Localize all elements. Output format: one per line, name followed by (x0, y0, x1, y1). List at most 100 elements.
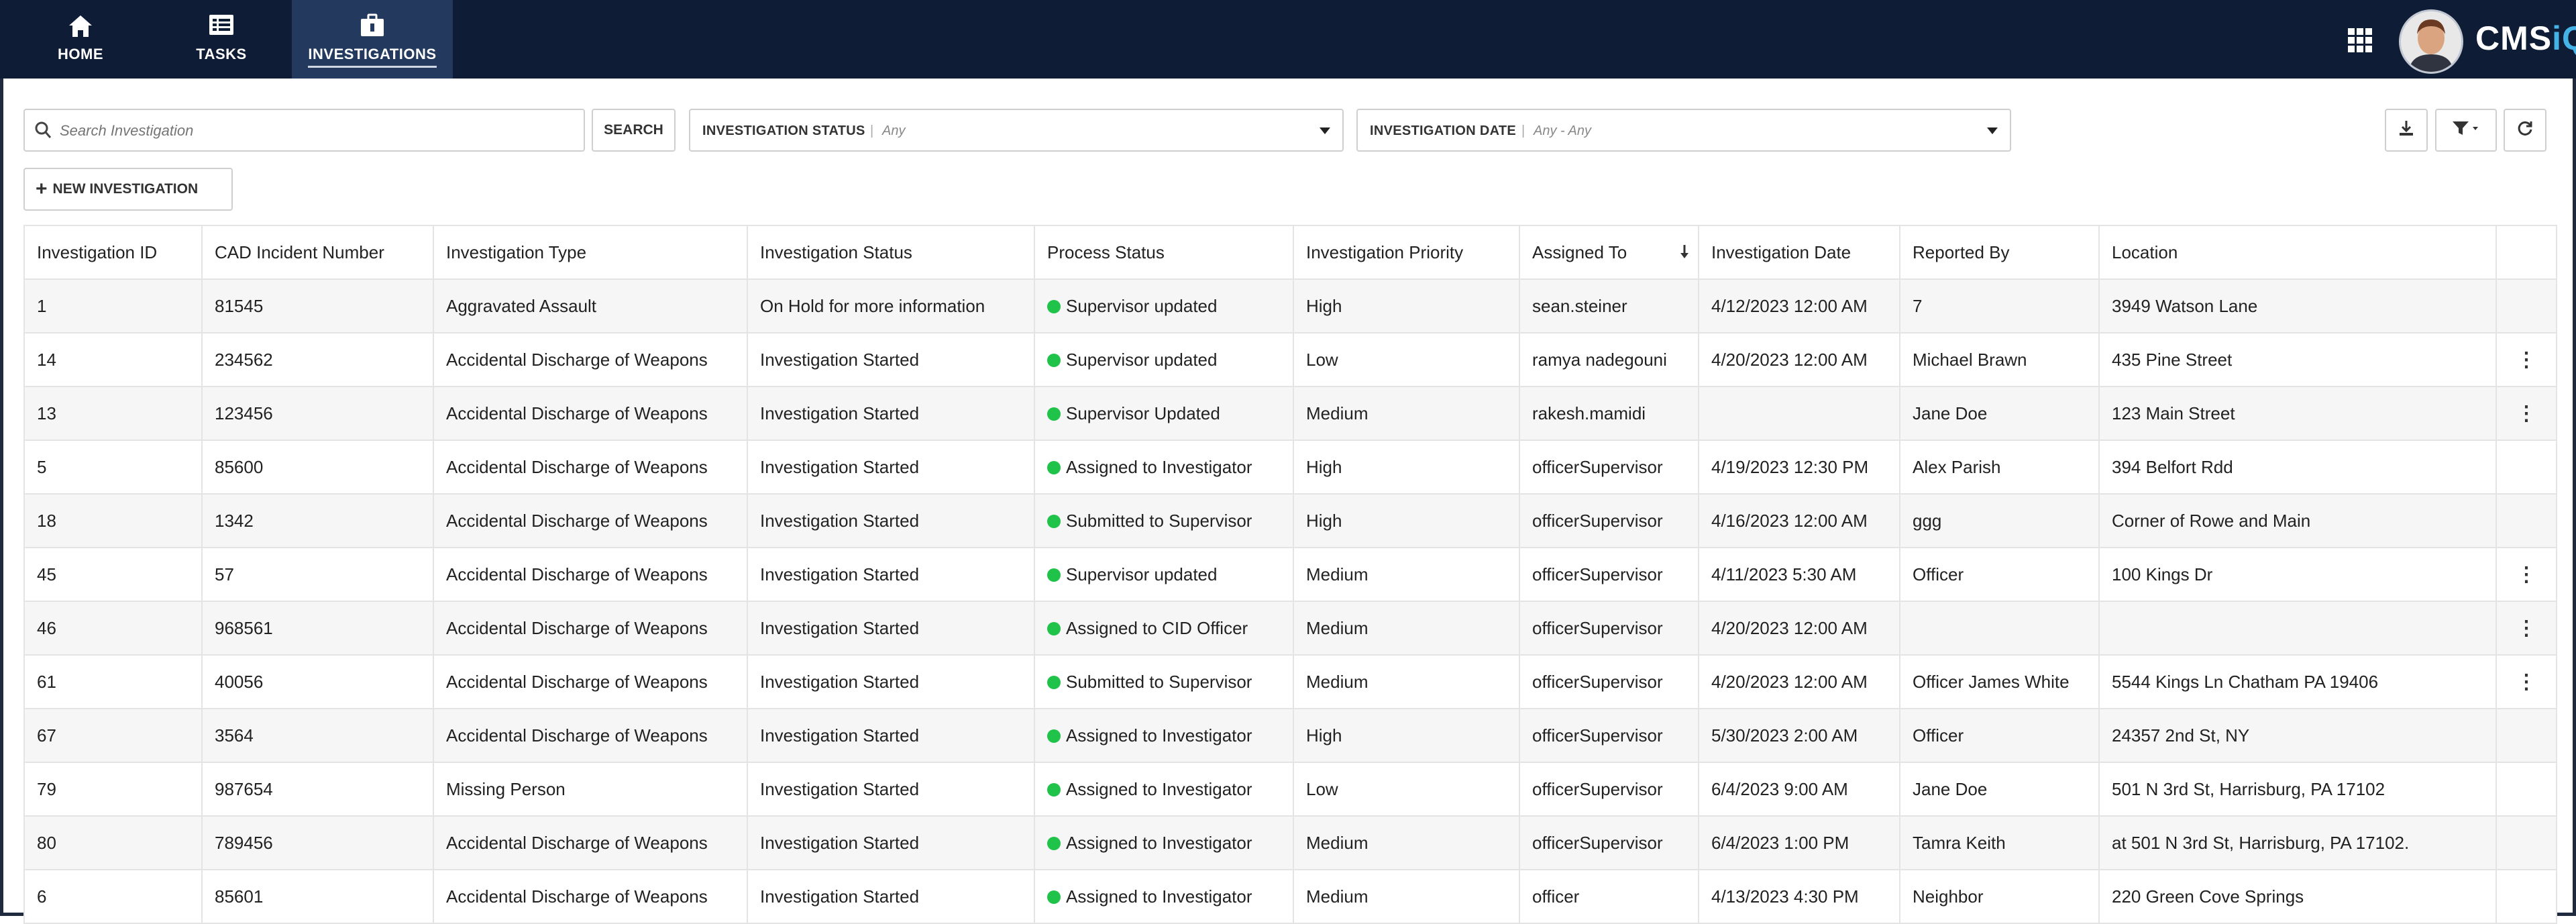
header-investigation-id[interactable]: Investigation ID (23, 225, 203, 280)
status-filter-value: Any (882, 123, 906, 138)
new-investigation-button[interactable]: + NEW INVESTIGATION (23, 168, 233, 211)
row-menu-kebab-icon[interactable]: ⋮ (2496, 601, 2557, 656)
investigation-date-filter[interactable]: INVESTIGATION DATE | Any - Any (1356, 109, 2011, 152)
cell-investigation-date: 4/12/2023 12:00 AM (1698, 278, 1900, 333)
assigned-to-text: officerSupervisor (1532, 671, 1663, 692)
table-row[interactable]: 18 1342 Accidental Discharge of Weapons Inv… (23, 493, 2557, 548)
row-menu-kebab-icon[interactable]: ⋮ (2496, 386, 2557, 441)
cell-investigation-id: 46 (23, 601, 203, 656)
apps-grid-icon[interactable] (2348, 28, 2372, 52)
nav-tasks-label: TASKS (196, 46, 247, 62)
table-row[interactable]: 1 81545 Aggravated Assault On Hold for more… (23, 278, 2557, 333)
assigned-to-text: officerSupervisor (1532, 510, 1663, 531)
investigation-id-text: 14 (37, 349, 56, 370)
cell-cad-incident-number: 234562 (201, 332, 434, 387)
search-button[interactable]: SEARCH (592, 109, 676, 152)
search-input[interactable] (58, 115, 571, 146)
investigation-type-text: Accidental Discharge of Weapons (446, 671, 708, 692)
process-status-text: Assigned to Investigator (1066, 778, 1252, 799)
cell-assigned-to: officerSupervisor (1519, 547, 1699, 602)
sort-down-icon[interactable] (1679, 244, 1690, 264)
status-dot-icon (1047, 836, 1061, 850)
table-row[interactable]: 46 968561 Accidental Discharge of Weapons I… (23, 601, 2557, 656)
location-text: 435 Pine Street (2112, 349, 2233, 370)
cell-location: 501 N 3rd St, Harrisburg, PA 17102 (2098, 762, 2497, 817)
table-row[interactable]: 13 123456 Accidental Discharge of Weapons I… (23, 386, 2557, 441)
cad-incident-number-text: 81545 (215, 295, 264, 316)
investigation-status-text: Investigation Started (760, 832, 920, 853)
location-text: 394 Belfort Rdd (2112, 456, 2233, 477)
table-row[interactable]: 5 85600 Accidental Discharge of Weapons Inv… (23, 440, 2557, 495)
investigation-status-text: Investigation Started (760, 617, 920, 638)
refresh-button[interactable] (2504, 109, 2546, 152)
cell-process-status: Submitted to Supervisor (1034, 654, 1294, 709)
header-investigation-type[interactable]: Investigation Type (433, 225, 748, 280)
cell-reported-by: 7 (1899, 278, 2100, 333)
cell-investigation-type: Accidental Discharge of Weapons (433, 386, 748, 441)
investigation-status-text: Investigation Started (760, 725, 920, 746)
table-row[interactable]: 80 789456 Accidental Discharge of Weapons I… (23, 815, 2557, 870)
cell-investigation-priority: High (1293, 278, 1520, 333)
row-menu-kebab-icon[interactable]: ⋮ (2496, 547, 2557, 602)
table-row[interactable]: 79 987654 Missing Person Investigation Star… (23, 762, 2557, 817)
investigation-status-text: Investigation Started (760, 456, 920, 477)
investigation-type-text: Accidental Discharge of Weapons (446, 832, 708, 853)
header-investigation-priority[interactable]: Investigation Priority (1293, 225, 1520, 280)
filter-button[interactable] (2435, 109, 2497, 152)
nav-home[interactable]: HOME (10, 0, 151, 79)
investigation-priority-text: High (1306, 725, 1342, 746)
nav-investigations[interactable]: INVESTIGATIONS (292, 0, 453, 79)
user-avatar[interactable] (2399, 9, 2463, 74)
process-status-text: Supervisor updated (1066, 295, 1218, 316)
cell-investigation-id: 6 (23, 869, 203, 924)
row-actions-empty (2496, 815, 2557, 870)
process-status-text: Submitted to Supervisor (1066, 510, 1252, 531)
assigned-to-text: rakesh.mamidi (1532, 403, 1646, 423)
investigation-priority-text: Low (1306, 349, 1338, 370)
investigation-date-text: 4/13/2023 4:30 PM (1711, 886, 1859, 907)
header-assigned-to[interactable]: Assigned To (1519, 225, 1699, 280)
cell-investigation-priority: High (1293, 708, 1520, 763)
cad-incident-number-text: 3564 (215, 725, 254, 746)
row-menu-kebab-icon[interactable]: ⋮ (2496, 332, 2557, 387)
cell-investigation-date: 4/20/2023 12:00 AM (1698, 332, 1900, 387)
cell-assigned-to: officerSupervisor (1519, 493, 1699, 548)
cell-assigned-to: officerSupervisor (1519, 440, 1699, 495)
nav-tasks[interactable]: TASKS (151, 0, 292, 79)
search-field[interactable] (23, 109, 585, 152)
investigation-date-text: 4/16/2023 12:00 AM (1711, 510, 1868, 531)
header-investigation-status[interactable]: Investigation Status (747, 225, 1035, 280)
header-reported-by[interactable]: Reported By (1899, 225, 2100, 280)
header-location[interactable]: Location (2098, 225, 2497, 280)
investigation-priority-text: Medium (1306, 403, 1368, 423)
cell-assigned-to: officerSupervisor (1519, 654, 1699, 709)
table-row[interactable]: 45 57 Accidental Discharge of Weapons Inves… (23, 547, 2557, 602)
assigned-to-text: officer (1532, 886, 1580, 907)
row-actions-empty (2496, 493, 2557, 548)
investigation-type-text: Accidental Discharge of Weapons (446, 617, 708, 638)
assigned-to-text: officerSupervisor (1532, 456, 1663, 477)
search-icon (34, 121, 52, 143)
reported-by-text: ggg (1913, 510, 1942, 531)
header-cad-incident-number[interactable]: CAD Incident Number (201, 225, 434, 280)
header-process-status[interactable]: Process Status (1034, 225, 1294, 280)
reported-by-text: 7 (1913, 295, 1923, 316)
table-row[interactable]: 6 85601 Accidental Discharge of Weapons Inv… (23, 869, 2557, 924)
investigation-status-filter[interactable]: INVESTIGATION STATUS | Any (689, 109, 1344, 152)
cell-reported-by: Michael Brawn (1899, 332, 2100, 387)
cell-investigation-id: 45 (23, 547, 203, 602)
row-menu-kebab-icon[interactable]: ⋮ (2496, 654, 2557, 709)
header-investigation-date[interactable]: Investigation Date (1698, 225, 1900, 280)
cell-location: 100 Kings Dr (2098, 547, 2497, 602)
cell-process-status: Assigned to CID Officer (1034, 601, 1294, 656)
cad-incident-number-text: 123456 (215, 403, 273, 423)
investigation-date-text: 5/30/2023 2:00 AM (1711, 725, 1858, 746)
table-row[interactable]: 61 40056 Accidental Discharge of Weapons In… (23, 654, 2557, 709)
table-row[interactable]: 14 234562 Accidental Discharge of Weapons I… (23, 332, 2557, 387)
download-button[interactable] (2385, 109, 2428, 152)
cell-investigation-type: Accidental Discharge of Weapons (433, 332, 748, 387)
cell-process-status: Supervisor updated (1034, 278, 1294, 333)
table-row[interactable]: 67 3564 Accidental Discharge of Weapons Inv… (23, 708, 2557, 763)
process-status-text: Supervisor Updated (1066, 403, 1220, 423)
cell-location: 123 Main Street (2098, 386, 2497, 441)
